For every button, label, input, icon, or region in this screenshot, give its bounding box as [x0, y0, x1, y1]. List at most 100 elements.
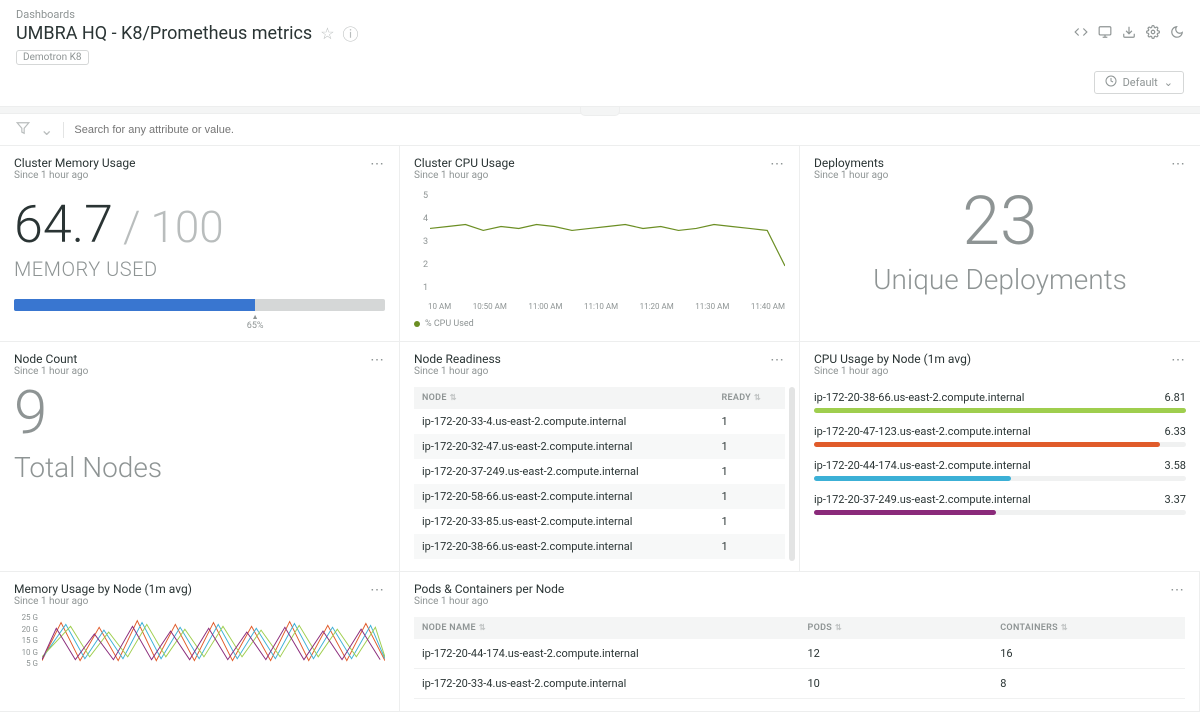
bar-track — [814, 442, 1186, 447]
page-header: Dashboards UMBRA HQ - K8/Prometheus metr… — [0, 0, 1200, 69]
bar-item[interactable]: ip-172-20-44-174.us-east-2.compute.inter… — [814, 459, 1186, 481]
breadcrumb[interactable]: Dashboards — [16, 8, 1184, 21]
pods-table: NODE NAME⇅ PODS⇅ CONTAINERS⇅ ip-172-20-4… — [414, 617, 1185, 699]
panel-title: Node Count — [14, 352, 88, 366]
panel-node-readiness: Node Readiness Since 1 hour ago ⋯ NODE⇅ … — [400, 342, 800, 572]
sort-icon: ⇅ — [450, 393, 457, 402]
filter-input[interactable] — [74, 124, 1184, 136]
col-node-name[interactable]: NODE NAME⇅ — [414, 617, 800, 639]
panel-menu-icon[interactable]: ⋯ — [370, 156, 385, 172]
cell-node: ip-172-20-44-174.us-east-2.compute.inter… — [414, 639, 800, 669]
info-icon[interactable]: ⓘ — [343, 21, 359, 45]
cpu-legend: % CPU Used — [414, 319, 785, 329]
panel-title: CPU Usage by Node (1m avg) — [814, 352, 971, 366]
legend-dot-icon — [414, 321, 420, 327]
cell-node: ip-172-20-33-85.us-east-2.compute.intern… — [414, 509, 714, 534]
table-row[interactable]: ip-172-20-33-4.us-east-2.compute.interna… — [414, 409, 785, 434]
cell-node: ip-172-20-37-249.us-east-2.compute.inter… — [414, 459, 714, 484]
panel-menu-icon[interactable]: ⋯ — [370, 582, 385, 598]
panel-menu-icon[interactable]: ⋯ — [370, 352, 385, 368]
table-row[interactable]: ip-172-20-38-66.us-east-2.compute.intern… — [414, 534, 785, 559]
cell-ready: 1 — [714, 459, 786, 484]
bar-item[interactable]: ip-172-20-37-249.us-east-2.compute.inter… — [814, 493, 1186, 515]
code-icon[interactable] — [1074, 24, 1088, 43]
node-count-label: Total Nodes — [14, 451, 385, 484]
table-row[interactable]: ip-172-20-44-174.us-east-2.compute.inter… — [414, 639, 1185, 669]
memory-line-svg — [42, 613, 385, 665]
legend-label: % CPU Used — [425, 319, 474, 329]
panel-subtitle: Since 1 hour ago — [14, 596, 192, 607]
sort-icon: ⇅ — [479, 623, 486, 632]
panel-title: Memory Usage by Node (1m avg) — [14, 582, 192, 596]
memory-value: 64.7 — [14, 199, 113, 251]
clock-icon — [1105, 75, 1117, 90]
bar-value: 3.37 — [1165, 493, 1186, 506]
col-pods[interactable]: PODS⇅ — [800, 617, 993, 639]
monitor-icon[interactable] — [1098, 24, 1112, 43]
panel-menu-icon[interactable]: ⋯ — [770, 156, 785, 172]
chevron-down-icon[interactable]: ⌄ — [40, 120, 53, 139]
memory-sep: / — [123, 201, 141, 253]
cell-containers: 16 — [992, 639, 1185, 669]
bar-label: ip-172-20-44-174.us-east-2.compute.inter… — [814, 459, 1031, 472]
bar-track — [814, 476, 1186, 481]
cell-pods: 10 — [800, 669, 993, 699]
gear-icon[interactable] — [1146, 24, 1160, 43]
cell-ready: 1 — [714, 509, 786, 534]
node-count-value: 9 — [14, 383, 385, 443]
scrollbar[interactable] — [789, 387, 795, 561]
panel-subtitle: Since 1 hour ago — [814, 170, 888, 181]
table-row[interactable]: ip-172-20-37-249.us-east-2.compute.inter… — [414, 459, 785, 484]
col-containers[interactable]: CONTAINERS⇅ — [992, 617, 1185, 639]
memory-label: MEMORY USED — [14, 257, 385, 281]
panel-menu-icon[interactable]: ⋯ — [1171, 352, 1186, 368]
panel-subtitle: Since 1 hour ago — [414, 170, 515, 181]
panel-title: Pods & Containers per Node — [414, 582, 564, 596]
sort-icon: ⇅ — [835, 623, 842, 632]
cell-ready: 1 — [714, 409, 786, 434]
download-icon[interactable] — [1122, 24, 1136, 43]
table-row[interactable]: ip-172-20-58-66.us-east-2.compute.intern… — [414, 484, 785, 509]
table-row[interactable]: ip-172-20-33-4.us-east-2.compute.interna… — [414, 669, 1185, 699]
memory-bar: 65% — [14, 299, 385, 311]
cell-node: ip-172-20-33-4.us-east-2.compute.interna… — [414, 669, 800, 699]
bar-value: 6.33 — [1165, 425, 1186, 438]
panel-title: Deployments — [814, 156, 888, 170]
table-row[interactable]: ip-172-20-32-47.us-east-2.compute.intern… — [414, 434, 785, 459]
panel-menu-icon[interactable]: ⋯ — [770, 352, 785, 368]
bar-fill — [814, 408, 1186, 413]
panel-cluster-memory: Cluster Memory Usage Since 1 hour ago ⋯ … — [0, 146, 400, 342]
bar-item[interactable]: ip-172-20-38-66.us-east-2.compute.intern… — [814, 391, 1186, 413]
sort-icon: ⇅ — [1061, 623, 1068, 632]
panel-title: Node Readiness — [414, 352, 501, 366]
tag-chip[interactable]: Demotron K8 — [16, 50, 89, 65]
panel-memory-by-node: Memory Usage by Node (1m avg) Since 1 ho… — [0, 572, 400, 712]
bar-item[interactable]: ip-172-20-47-123.us-east-2.compute.inter… — [814, 425, 1186, 447]
deployments-value: 23 — [814, 187, 1186, 255]
panel-title: Cluster CPU Usage — [414, 156, 515, 170]
bar-track — [814, 510, 1186, 515]
panel-subtitle: Since 1 hour ago — [14, 366, 88, 377]
panel-deployments: Deployments Since 1 hour ago ⋯ 23 Unique… — [800, 146, 1200, 342]
panel-cluster-cpu: Cluster CPU Usage Since 1 hour ago ⋯ 543… — [400, 146, 800, 342]
cell-ready: 1 — [714, 434, 786, 459]
time-picker[interactable]: Default ⌄ — [1094, 71, 1184, 94]
separator — [63, 122, 64, 138]
filter-icon[interactable] — [16, 120, 30, 139]
filter-bar: ⌄ — [0, 114, 1200, 146]
panel-menu-icon[interactable]: ⋯ — [1171, 156, 1186, 172]
bar-fill — [814, 442, 1160, 447]
table-row[interactable]: ip-172-20-33-85.us-east-2.compute.intern… — [414, 509, 785, 534]
panel-subtitle: Since 1 hour ago — [414, 596, 564, 607]
cell-ready: 1 — [714, 534, 786, 559]
panel-menu-icon[interactable]: ⋯ — [1170, 582, 1185, 598]
cell-node: ip-172-20-32-47.us-east-2.compute.intern… — [414, 434, 714, 459]
cell-node: ip-172-20-58-66.us-east-2.compute.intern… — [414, 484, 714, 509]
col-ready[interactable]: READY⇅ — [714, 387, 786, 409]
sort-icon: ⇅ — [754, 393, 761, 402]
moon-icon[interactable] — [1170, 24, 1184, 43]
star-icon[interactable]: ☆ — [320, 24, 334, 43]
panel-subtitle: Since 1 hour ago — [14, 170, 136, 181]
memory-chart: 25 G20 G15 G10 G5 G — [14, 613, 385, 668]
col-node[interactable]: NODE⇅ — [414, 387, 714, 409]
